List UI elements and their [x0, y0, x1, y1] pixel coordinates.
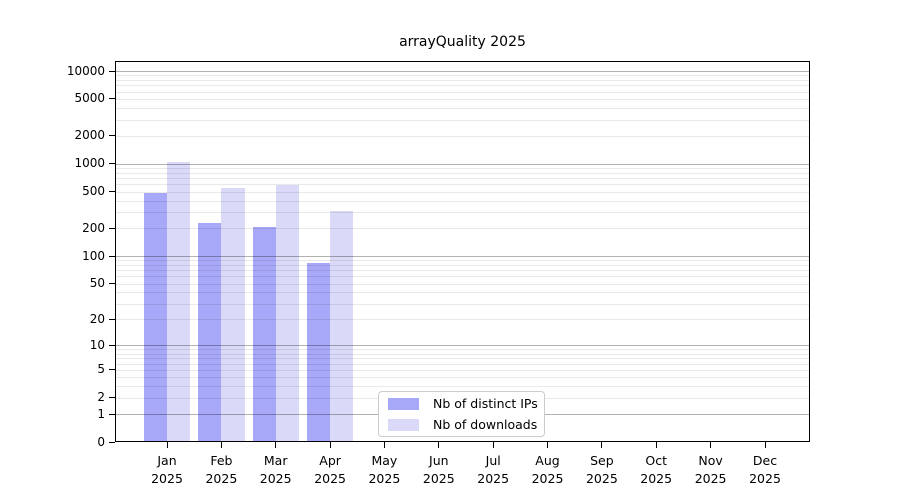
- x-tick: [547, 442, 548, 448]
- gridline-minor: [115, 349, 810, 350]
- gridline-minor: [115, 75, 810, 76]
- gridline-minor: [115, 99, 810, 100]
- y-tick-label: 1: [30, 407, 105, 422]
- x-tick: [438, 442, 439, 448]
- chart-title: arrayQuality 2025: [115, 34, 810, 50]
- gridline-major: [115, 256, 810, 257]
- x-tick: [601, 442, 602, 448]
- gridline-minor: [115, 358, 810, 359]
- gridline-minor: [115, 178, 810, 179]
- gridline-minor: [115, 319, 810, 320]
- gridline-minor: [115, 136, 810, 137]
- x-tick: [221, 442, 222, 448]
- gridline-minor: [115, 184, 810, 185]
- gridline-minor: [115, 192, 810, 193]
- gridline-minor: [115, 377, 810, 378]
- x-tick: [656, 442, 657, 448]
- gridline-minor: [115, 354, 810, 355]
- y-tick-label: 5: [30, 362, 105, 377]
- gridline-minor: [115, 168, 810, 169]
- gridline-minor: [115, 108, 810, 109]
- gridline-minor: [115, 386, 810, 387]
- legend-swatch-downloads: [388, 419, 419, 431]
- gridline-major: [115, 345, 810, 346]
- gridline-minor: [115, 173, 810, 174]
- gridline-minor: [115, 364, 810, 365]
- gridline-minor: [115, 92, 810, 93]
- y-tick-label: 500: [30, 184, 105, 199]
- x-tick: [493, 442, 494, 448]
- gridline-major: [115, 164, 810, 165]
- y-tick-label: 1000: [30, 156, 105, 171]
- y-tick-label: 5000: [30, 91, 105, 106]
- gridline-minor: [115, 80, 810, 81]
- x-tick: [765, 442, 766, 448]
- y-tick-label: 50: [30, 276, 105, 291]
- gridline-minor: [115, 120, 810, 121]
- y-tick-label: 100: [30, 249, 105, 264]
- x-tick: [710, 442, 711, 448]
- gridline-minor: [115, 265, 810, 266]
- legend-swatch-distinct-ips: [388, 398, 419, 410]
- x-tick: [330, 442, 331, 448]
- y-tick-label: 10: [30, 338, 105, 353]
- gridline-minor: [115, 228, 810, 229]
- gridline-minor: [115, 370, 810, 371]
- y-tick-label: 2000: [30, 128, 105, 143]
- plot-area: Nb of distinct IPs Nb of downloads: [115, 61, 810, 442]
- chart-canvas: arrayQuality 2025 Nb of distinct IPs Nb …: [0, 0, 900, 500]
- gridline-minor: [115, 85, 810, 86]
- y-tick-label: 2: [30, 390, 105, 405]
- gridline-minor: [115, 276, 810, 277]
- gridline-minor: [115, 212, 810, 213]
- x-tick: [275, 442, 276, 448]
- x-tick-label-year: 2025: [729, 470, 801, 488]
- legend-item-downloads: Nb of downloads: [388, 416, 544, 434]
- x-tick: [384, 442, 385, 448]
- y-tick-label: 10000: [30, 64, 105, 79]
- legend-label-downloads: Nb of downloads: [433, 417, 537, 432]
- x-tick-label: Dec2025: [729, 452, 801, 487]
- gridline-minor: [115, 270, 810, 271]
- grid-layer: [115, 61, 810, 442]
- gridline-minor: [115, 260, 810, 261]
- legend-item-distinct-ips: Nb of distinct IPs: [388, 395, 544, 413]
- legend: Nb of distinct IPs Nb of downloads: [378, 391, 545, 437]
- x-tick-label-month: Dec: [729, 452, 801, 470]
- gridline-minor: [115, 201, 810, 202]
- y-tick-label: 20: [30, 312, 105, 327]
- gridline-minor: [115, 284, 810, 285]
- gridline-major: [115, 71, 810, 72]
- y-tick-label: 200: [30, 221, 105, 236]
- gridline-minor: [115, 304, 810, 305]
- x-tick: [167, 442, 168, 448]
- legend-label-distinct-ips: Nb of distinct IPs: [433, 396, 538, 411]
- y-tick-label: 0: [30, 435, 105, 450]
- gridline-minor: [115, 292, 810, 293]
